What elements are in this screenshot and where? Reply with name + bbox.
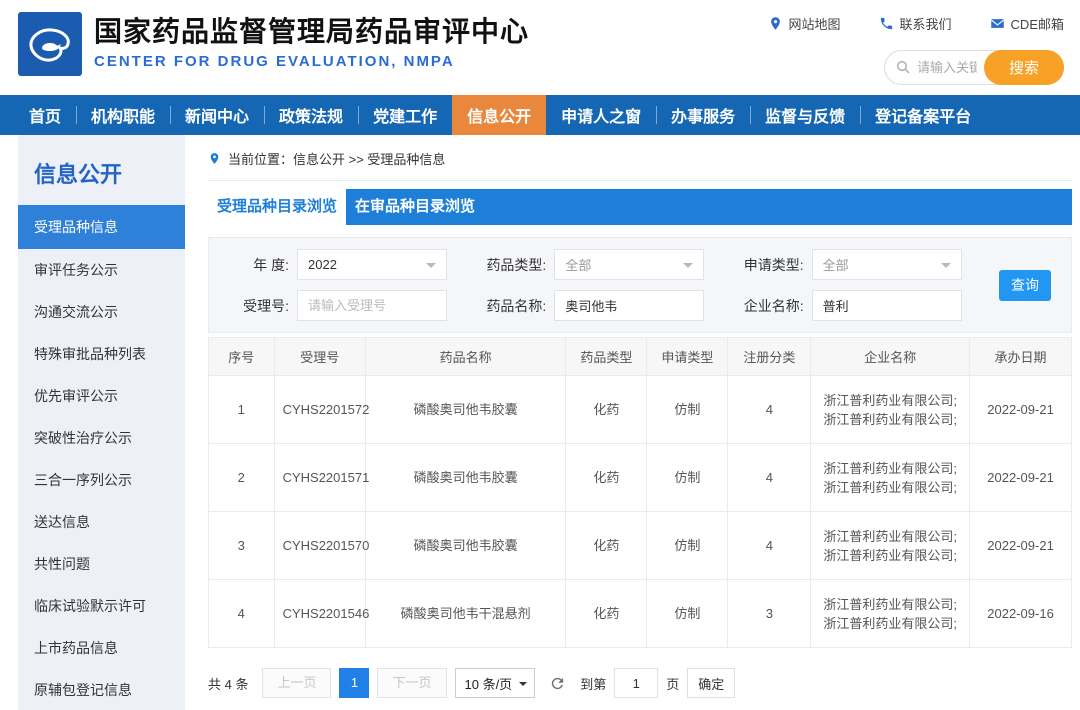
col-header-drug-name: 药品名称 [366, 338, 566, 376]
sidebar-item-accepted-varieties[interactable]: 受理品种信息 [18, 205, 185, 249]
main-nav: 首页 机构职能 新闻中心 政策法规 党建工作 信息公开 申请人之窗 办事服务 监… [0, 95, 1080, 135]
table-row[interactable]: 1 CYHS2201572 磷酸奥司他韦胶囊 化药 仿制 4 浙江普利药业有限公… [209, 376, 1072, 444]
site-header: 国家药品监督管理局药品审评中心 CENTER FOR DRUG EVALUATI… [0, 0, 1080, 95]
table-row[interactable]: 2 CYHS2201571 磷酸奥司他韦胶囊 化药 仿制 4 浙江普利药业有限公… [209, 444, 1072, 512]
apply-type-label: 申请类型: [736, 255, 804, 275]
table-row[interactable]: 3 CYHS2201570 磷酸奥司他韦胶囊 化药 仿制 4 浙江普利药业有限公… [209, 512, 1072, 580]
sidebar-item-breakthrough-therapy[interactable]: 突破性治疗公示 [18, 417, 185, 459]
sidebar-item-priority-review[interactable]: 优先审评公示 [18, 375, 185, 417]
col-header-company: 企业名称 [811, 338, 970, 376]
goto-confirm-button[interactable]: 确定 [687, 668, 735, 698]
goto-page-suffix: 页 [666, 674, 679, 693]
search-icon [895, 59, 911, 75]
table-header-row: 序号 受理号 药品名称 药品类型 申请类型 注册分类 企业名称 承办日期 [209, 338, 1072, 376]
apply-type-select[interactable]: 全部 [812, 249, 962, 280]
cde-logo-icon [18, 12, 82, 76]
sidebar: 信息公开 受理品种信息 审评任务公示 沟通交流公示 特殊审批品种列表 优先审评公… [18, 135, 185, 710]
sidebar-item-three-in-one[interactable]: 三合一序列公示 [18, 459, 185, 501]
location-pin-icon [768, 16, 783, 31]
col-header-acceptance-no: 受理号 [274, 338, 365, 376]
tab-under-review-catalog[interactable]: 在审品种目录浏览 [346, 189, 484, 225]
location-pin-icon [208, 151, 221, 166]
results-table: 序号 受理号 药品名称 药品类型 申请类型 注册分类 企业名称 承办日期 1 C… [208, 337, 1072, 648]
nav-item-services[interactable]: 办事服务 [656, 95, 750, 135]
drug-type-label: 药品类型: [478, 255, 546, 275]
prev-page-button[interactable]: 上一页 [262, 668, 331, 698]
sidebar-item-excipient-registration[interactable]: 原辅包登记信息 [18, 669, 185, 710]
nav-item-supervision[interactable]: 监督与反馈 [750, 95, 860, 135]
site-subtitle: CENTER FOR DRUG EVALUATION, NMPA [94, 53, 529, 70]
nav-item-policies[interactable]: 政策法规 [264, 95, 358, 135]
contact-link[interactable]: 联系我们 [879, 14, 952, 33]
tab-bar: 受理品种目录浏览 在审品种目录浏览 [208, 189, 1072, 225]
acceptance-no-label: 受理号: [221, 296, 289, 316]
query-button[interactable]: 查询 [999, 270, 1051, 301]
nav-item-news[interactable]: 新闻中心 [170, 95, 264, 135]
col-header-index: 序号 [209, 338, 275, 376]
sidebar-item-communication[interactable]: 沟通交流公示 [18, 291, 185, 333]
drug-name-label: 药品名称: [478, 296, 546, 316]
site-title: 国家药品监督管理局药品审评中心 [94, 14, 529, 50]
tab-accepted-catalog[interactable]: 受理品种目录浏览 [208, 189, 346, 225]
refresh-icon[interactable] [549, 675, 566, 692]
goto-page-prefix: 到第 [580, 674, 606, 693]
nav-item-home[interactable]: 首页 [14, 95, 76, 135]
year-select[interactable]: 2022 [297, 249, 447, 280]
sidebar-item-review-tasks[interactable]: 审评任务公示 [18, 249, 185, 291]
search-bar: 搜索 [884, 50, 1064, 85]
col-header-date: 承办日期 [970, 338, 1072, 376]
drug-name-input[interactable] [554, 290, 704, 321]
sidebar-item-common-issues[interactable]: 共性问题 [18, 543, 185, 585]
page-size-select[interactable]: 10 条/页 [455, 668, 536, 698]
col-header-drug-type: 药品类型 [566, 338, 647, 376]
mail-icon [990, 16, 1005, 31]
sidebar-item-marketed-drugs[interactable]: 上市药品信息 [18, 627, 185, 669]
acceptance-no-input[interactable] [297, 290, 447, 321]
main-panel: 当前位置：信息公开 >> 受理品种信息 受理品种目录浏览 在审品种目录浏览 年 … [208, 135, 1072, 710]
breadcrumb: 当前位置：信息公开 >> 受理品种信息 [208, 149, 1072, 181]
sitemap-link[interactable]: 网站地图 [768, 14, 841, 33]
brand: 国家药品监督管理局药品审评中心 CENTER FOR DRUG EVALUATI… [18, 12, 529, 76]
pagination: 共 4 条 上一页 1 下一页 10 条/页 到第 页 确定 [208, 668, 1072, 698]
nav-item-party[interactable]: 党建工作 [358, 95, 452, 135]
nav-item-info-disclosure[interactable]: 信息公开 [452, 95, 546, 135]
company-name-input[interactable] [812, 290, 962, 321]
drug-type-select[interactable]: 全部 [554, 249, 704, 280]
sidebar-item-delivery-info[interactable]: 送达信息 [18, 501, 185, 543]
content: 信息公开 受理品种信息 审评任务公示 沟通交流公示 特殊审批品种列表 优先审评公… [0, 135, 1080, 710]
nav-item-applicant-window[interactable]: 申请人之窗 [546, 95, 656, 135]
company-name-label: 企业名称: [736, 296, 804, 316]
table-row[interactable]: 4 CYHS2201546 磷酸奥司他韦干混悬剂 化药 仿制 3 浙江普利药业有… [209, 580, 1072, 648]
sidebar-title: 信息公开 [18, 135, 185, 205]
quick-links: 网站地图 联系我们 CDE邮箱 [768, 14, 1064, 33]
nav-item-functions[interactable]: 机构职能 [76, 95, 170, 135]
sidebar-item-special-approval[interactable]: 特殊审批品种列表 [18, 333, 185, 375]
sidebar-item-clinical-trial-license[interactable]: 临床试验默示许可 [18, 585, 185, 627]
goto-page-input[interactable] [614, 668, 658, 698]
col-header-reg-class: 注册分类 [728, 338, 811, 376]
total-count-text: 共 4 条 [208, 674, 248, 693]
nav-item-registration-platform[interactable]: 登记备案平台 [860, 95, 986, 135]
year-label: 年 度: [221, 255, 289, 275]
next-page-button[interactable]: 下一页 [377, 668, 446, 698]
breadcrumb-text: 当前位置：信息公开 >> 受理品种信息 [228, 149, 445, 168]
col-header-apply-type: 申请类型 [647, 338, 728, 376]
phone-icon [879, 16, 894, 31]
cde-mail-link[interactable]: CDE邮箱 [990, 14, 1064, 33]
page-number-1[interactable]: 1 [339, 668, 369, 698]
filter-panel: 年 度: 2022 药品类型: 全部 申请类型: 全部 受理号: 药品名称: [208, 237, 1072, 333]
search-button[interactable]: 搜索 [984, 50, 1064, 85]
